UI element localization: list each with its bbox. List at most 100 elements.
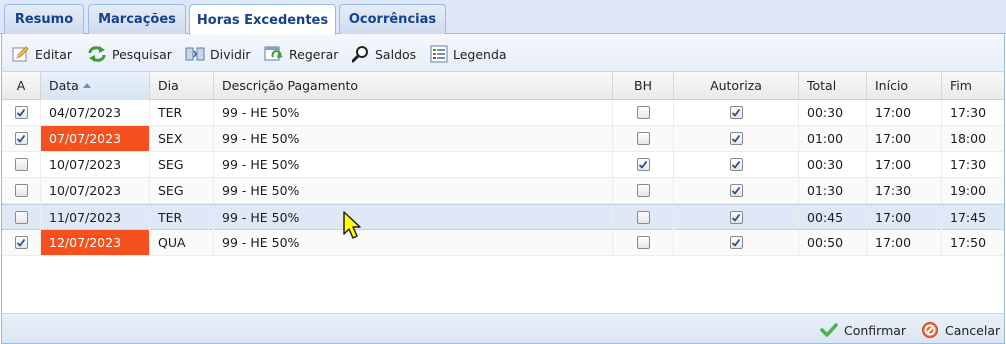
column-header-label: Autoriza xyxy=(710,78,762,93)
cell-total: 00:30 xyxy=(799,100,867,125)
cell-inicio: 17:30 xyxy=(867,178,942,203)
cell-bh xyxy=(613,100,674,125)
legenda-button[interactable]: Legenda xyxy=(430,43,507,65)
pesquisar-button[interactable]: Pesquisar xyxy=(87,43,172,65)
a-checkbox[interactable] xyxy=(14,236,28,249)
a-checkbox[interactable] xyxy=(14,106,28,119)
column-header-label: Descrição Pagamento xyxy=(222,78,359,93)
cell-a xyxy=(2,100,41,125)
cell-a xyxy=(2,178,41,203)
column-header-descricao[interactable]: Descrição Pagamento xyxy=(214,72,613,100)
column-header-data[interactable]: Data xyxy=(41,72,150,100)
cell-fim: 17:45 xyxy=(950,210,987,225)
column-header-a[interactable]: A xyxy=(2,72,41,100)
a-checkbox[interactable] xyxy=(14,184,28,197)
autoriza-checkbox[interactable] xyxy=(729,158,743,171)
column-header-bh[interactable]: BH xyxy=(613,72,674,100)
cell-descricao: 99 - HE 50% xyxy=(214,230,613,255)
cell-descricao: 99 - HE 50% xyxy=(214,152,613,177)
column-header-label: BH xyxy=(634,78,652,93)
bh-checkbox[interactable] xyxy=(636,158,650,171)
split-icon xyxy=(185,47,205,61)
editar-button[interactable]: Editar xyxy=(12,43,72,65)
autoriza-checkbox[interactable] xyxy=(729,132,743,145)
tab-strip: Resumo Marcações Horas Excedentes Ocorrê… xyxy=(0,0,1006,35)
cell-a xyxy=(2,152,41,177)
column-header-fim[interactable]: Fim xyxy=(942,72,1004,100)
table-row[interactable]: 11/07/2023 TER 99 - HE 50% 00:45 17:00 17:45 xyxy=(2,204,1004,230)
cell-autoriza xyxy=(674,100,799,125)
column-header-label: Fim xyxy=(950,78,972,93)
cell-bh xyxy=(613,178,674,203)
table-row[interactable]: 04/07/2023 TER 99 - HE 50% 00:30 17:00 17:30 xyxy=(2,100,1004,126)
column-header-label: Total xyxy=(807,78,837,93)
bh-checkbox[interactable] xyxy=(636,211,650,224)
cell-data: 10/07/2023 xyxy=(41,152,150,177)
cell-data: 12/07/2023 xyxy=(41,230,150,255)
a-checkbox[interactable] xyxy=(14,132,28,145)
cell-data: 07/07/2023 xyxy=(41,126,150,151)
regerar-button[interactable]: Regerar xyxy=(264,43,338,65)
saldos-button[interactable]: Saldos xyxy=(352,43,416,65)
bh-checkbox[interactable] xyxy=(636,106,650,119)
bh-checkbox[interactable] xyxy=(636,236,650,249)
editar-label: Editar xyxy=(35,46,73,62)
cell-fim: 19:00 xyxy=(950,183,987,198)
tab-resumo[interactable]: Resumo xyxy=(4,4,84,34)
horas-excedentes-grid: A Data Dia Descrição Pagamento BH Autori… xyxy=(1,72,1005,313)
tab-ocorrencias[interactable]: Ocorrências xyxy=(339,4,446,34)
sort-ascending-icon xyxy=(82,83,91,88)
cell-descricao: 99 - HE 50% xyxy=(214,100,613,125)
tab-label: Resumo xyxy=(14,12,74,27)
legend-list-icon xyxy=(430,45,448,63)
saldos-label: Saldos xyxy=(375,46,417,62)
cell-inicio: 17:00 xyxy=(867,126,942,151)
column-header-dia[interactable]: Dia xyxy=(150,72,214,100)
cell-data: 04/07/2023 xyxy=(41,100,150,125)
magnifier-icon xyxy=(352,46,368,63)
a-checkbox[interactable] xyxy=(14,158,28,171)
column-header-inicio[interactable]: Início xyxy=(867,72,942,100)
cell-bh xyxy=(613,152,674,177)
legenda-label: Legenda xyxy=(453,46,507,62)
table-row[interactable]: 07/07/2023 SEX 99 - HE 50% 01:00 17:00 18:00 xyxy=(2,126,1004,152)
table-row[interactable]: 10/07/2023 SEG 99 - HE 50% 01:30 17:30 19:00 xyxy=(2,178,1004,204)
tab-horas-excedentes[interactable]: Horas Excedentes xyxy=(189,4,336,35)
cell-autoriza xyxy=(674,126,799,151)
confirmar-button[interactable]: Confirmar xyxy=(820,320,906,340)
table-row[interactable]: 12/07/2023 QUA 99 - HE 50% 00:50 17:00 17:50 xyxy=(2,230,1004,256)
bh-checkbox[interactable] xyxy=(636,184,650,197)
cell-fim: 17:50 xyxy=(950,235,987,250)
a-checkbox[interactable] xyxy=(14,211,28,224)
cell-dia: SEG xyxy=(150,178,214,203)
tab-label: Horas Excedentes xyxy=(196,12,329,28)
autoriza-checkbox[interactable] xyxy=(729,236,743,249)
cell-bh xyxy=(613,230,674,255)
cell-autoriza xyxy=(674,152,799,177)
autoriza-checkbox[interactable] xyxy=(729,211,743,224)
cell-total: 00:30 xyxy=(799,152,867,177)
tab-label: Marcações xyxy=(98,12,176,27)
cell-dia: TER xyxy=(150,205,214,230)
column-header-total[interactable]: Total xyxy=(799,72,867,100)
cell-dia: QUA xyxy=(150,230,214,255)
table-row[interactable]: 10/07/2023 SEG 99 - HE 50% 00:30 17:00 17:30 xyxy=(2,152,1004,178)
cell-bh xyxy=(613,205,674,230)
cell-fim: 17:30 xyxy=(950,105,987,120)
bh-checkbox[interactable] xyxy=(636,132,650,145)
column-header-label: Dia xyxy=(158,78,179,93)
autoriza-checkbox[interactable] xyxy=(729,106,743,119)
cell-total: 00:45 xyxy=(799,205,867,230)
tab-marcacoes[interactable]: Marcações xyxy=(88,4,186,34)
regerar-label: Regerar xyxy=(289,46,339,62)
column-header-autoriza[interactable]: Autoriza xyxy=(674,72,799,100)
cell-total: 00:50 xyxy=(799,230,867,255)
dividir-button[interactable]: Dividir xyxy=(185,43,251,65)
cancelar-button[interactable]: Cancelar xyxy=(921,320,1000,340)
cell-inicio: 17:00 xyxy=(867,152,942,177)
autoriza-checkbox[interactable] xyxy=(729,184,743,197)
cell-autoriza xyxy=(674,205,799,230)
cell-autoriza xyxy=(674,230,799,255)
toolbar: Editar Pesquisar Dividir Regerar Saldos … xyxy=(1,34,1005,72)
footer-bar: Confirmar Cancelar xyxy=(1,313,1005,344)
